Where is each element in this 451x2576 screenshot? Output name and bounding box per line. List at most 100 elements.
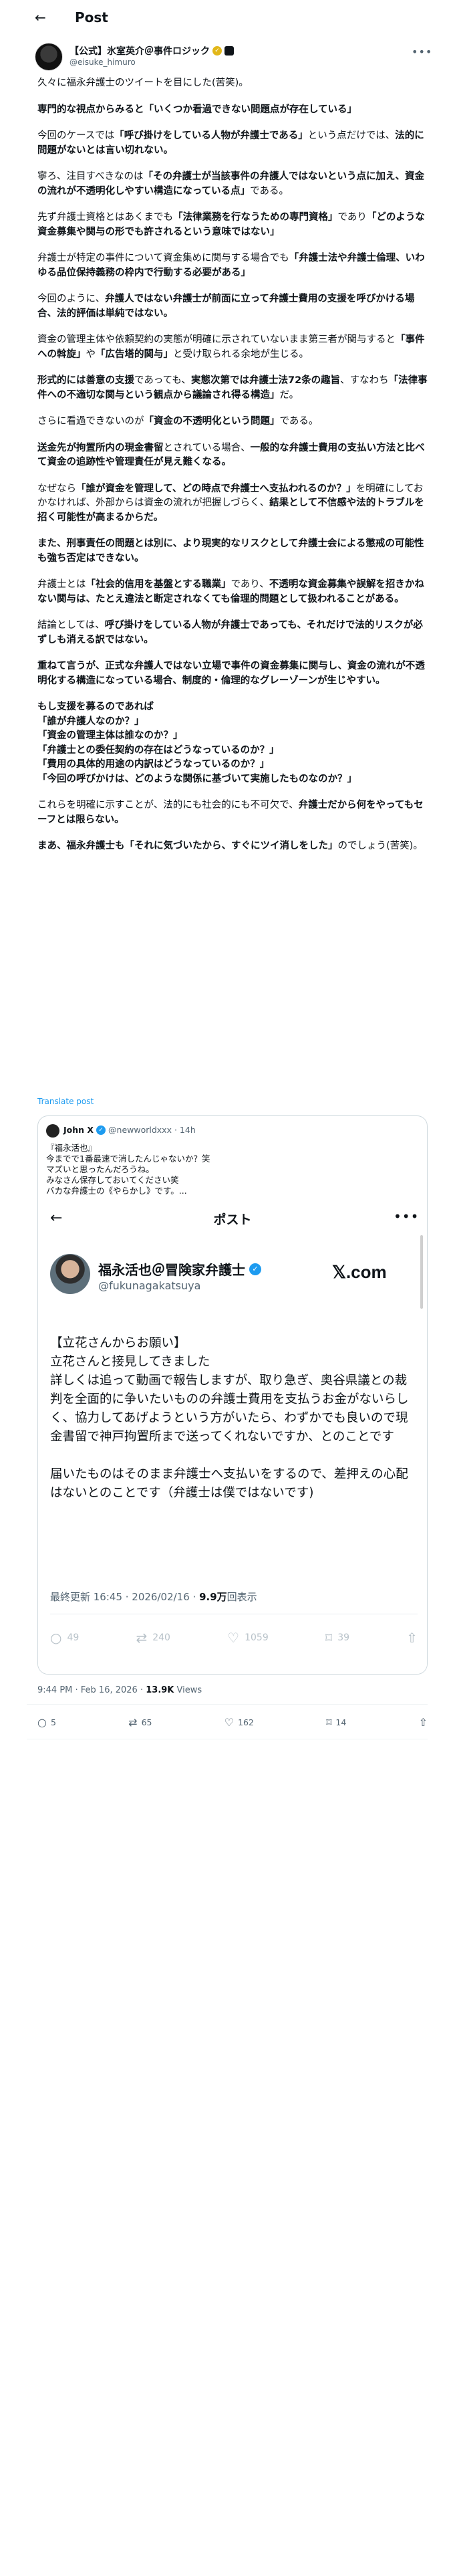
post-text-segment: 資金の管理主体や依頼契約の実態が明確に示されていないまま第三者が関与すると	[37, 334, 396, 345]
action-count: 5	[50, 1717, 56, 1727]
post-text-segment: これらを明確に示すことが、法的にも社会的にも不可欠で、	[37, 800, 299, 811]
post-paragraph: 今回のケースでは「呼び掛けをしている人物が弁護士である」という点だけでは、法的に…	[37, 129, 428, 158]
arrow-left-icon[interactable]: ←	[35, 11, 46, 24]
like-button[interactable]: ♡ 162	[224, 1716, 254, 1729]
author-name-row[interactable]: 【公式】氷室英介＠事件ロジック ✓	[69, 44, 234, 58]
post-text-segment: 「社会的信用を基盤とする職業」	[86, 579, 231, 590]
post-text-segment: 今回のケースでは	[37, 130, 115, 141]
share-icon: ⇧	[418, 1716, 428, 1729]
action-count: 49	[67, 1632, 80, 1643]
post-text-segment: 先ず弁護士資格とはあくまでも	[37, 212, 173, 223]
post-paragraph: なぜなら「誰が資金を管理して、どの時点で弁護士へ支払われるのか？」を明確にしてお…	[37, 482, 428, 526]
post-text-segment: 寧ろ、注目すべきなのは	[37, 171, 144, 182]
screenshot-title: ポスト	[213, 1212, 252, 1227]
avatar[interactable]	[35, 43, 63, 71]
action-count: 162	[238, 1717, 254, 1727]
bookmark-icon: ⌑	[326, 1716, 332, 1729]
post-paragraph: 今回のように、弁護人ではない弁護士が前面に立って弁護士費用の支援を呼びかける場合…	[37, 292, 428, 321]
post-timestamp[interactable]: 9:44 PM · Feb 16, 2026	[37, 1685, 138, 1695]
post-text-segment: であり	[337, 212, 367, 223]
action-count: 240	[152, 1632, 170, 1643]
repost-icon: ⇄	[128, 1716, 138, 1729]
screenshot-views-count: 9.9万	[199, 1591, 227, 1603]
quote-author-name: John X	[63, 1125, 94, 1135]
scrollbar	[420, 1235, 423, 1309]
post-text-segment: なぜなら	[37, 483, 76, 494]
post-text-segment: 「誰が資金を管理して、どの時点で弁護士へ支払われるのか？」	[76, 483, 356, 494]
post-paragraph: 専門的な視点からみると「いくつか看過できない問題点が存在している」	[37, 103, 428, 118]
views-count: 13.9K	[146, 1685, 174, 1695]
post-body: 久々に福永弁護士のツイートを目にした(苦笑)。専門的な視点からみると「いくつか看…	[37, 76, 428, 866]
screenshot-author-name: 福永活也＠冒険家弁護士	[98, 1262, 245, 1278]
post-text-segment: 久々に福永弁護士のツイートを目にした(苦笑)。	[37, 78, 249, 88]
post-text-segment: 弁護士とは	[37, 579, 86, 590]
screenshot-avatar	[50, 1254, 90, 1294]
screenshot-views-label: 回表示	[227, 1591, 257, 1603]
reply-icon: ○	[37, 1716, 47, 1729]
post-text-segment: 実態次第では弁護士法72条の趣旨	[190, 375, 341, 386]
screenshot-action-bar: ○ 49 ⇄ 240 ♡ 1059 ⌑ 39 ⇧	[50, 1630, 418, 1646]
author-name[interactable]: 【公式】氷室英介＠事件ロジック	[69, 44, 210, 58]
affiliate-logo-icon	[224, 46, 234, 56]
bookmark-button[interactable]: ⌑ 14	[326, 1716, 346, 1729]
post-paragraph: 結論としては、呼び掛けをしている人物が弁護士であっても、それだけで法的リスクが必…	[37, 619, 428, 647]
reply-icon: ○	[50, 1630, 62, 1646]
author-handle[interactable]: @eisuke_himuro	[69, 58, 136, 67]
post-paragraph: 寧ろ、注目すべきなのは「その弁護士が当該事件の弁護人ではないという点に加え、資金…	[37, 170, 428, 199]
post-text-segment: 今回のように、	[37, 294, 106, 304]
post-paragraph: 送金先が拘置所内の現金書留とされている場合、一般的な弁護士費用の支払い方法と比べ…	[37, 441, 428, 470]
translate-post-link[interactable]: Translate post	[37, 1097, 94, 1106]
action-item: ○ 49	[50, 1630, 79, 1646]
verified-badge-icon: ✓	[249, 1263, 261, 1275]
post-text-segment: もし支援を募るのであれば 「誰が弁護人なのか？」 「資金の管理主体は誰なのか？」 「弁…	[37, 702, 357, 784]
screenshot-author-row: 福永活也＠冒険家弁護士 ✓	[98, 1259, 261, 1279]
action-count: 39	[337, 1632, 350, 1643]
post-text-segment: だ。	[279, 389, 299, 401]
screenshot-footer: 最終更新 16:45 · 2026/02/16 · 9.9万回表示	[50, 1590, 257, 1604]
post-text-segment: 「広告塔的関与」	[96, 348, 173, 360]
quoted-post[interactable]: John X ✓ @newworldxxx · 14h 『福永活也』 今までで1番…	[37, 1115, 428, 1675]
post-text-segment: と受け取られる余地が生じる。	[173, 348, 309, 360]
post-paragraph: 久々に福永弁護士のツイートを目にした(苦笑)。	[37, 76, 428, 91]
more-options-icon: •••	[394, 1208, 420, 1224]
bookmark-icon: ⌑	[325, 1630, 333, 1646]
repost-icon: ⇄	[136, 1630, 148, 1646]
share-icon: ⇧	[406, 1630, 418, 1646]
verified-badge-icon: ✓	[212, 46, 222, 56]
screenshot-paragraph: 【立花さんからお願い】 立花さんと接見してきました 詳しくは追って動画で報告しますが…	[50, 1336, 409, 1444]
post-text-segment: まあ、福永弁護士も「それに気づいたから、すぐにツイ消しをした」	[37, 841, 338, 851]
post-text-segment: 、すなわち	[340, 375, 389, 386]
x-logo-icon: 𝕏.com	[332, 1262, 387, 1282]
action-bar: ○ 5 ⇄ 65 ♡ 162 ⌑ 14 ⇧	[37, 1716, 428, 1729]
post-paragraph: 形式的には善意の支援であっても、実態次第では弁護士法72条の趣旨、すなわち「法律…	[37, 374, 428, 403]
quote-author-handle: @newworldxxx	[108, 1125, 172, 1135]
post-meta: 9:44 PM · Feb 16, 2026 · 13.9K Views	[37, 1685, 202, 1695]
action-item: ⇧	[406, 1630, 418, 1646]
share-button[interactable]: ⇧	[419, 1716, 428, 1729]
reply-button[interactable]: ○ 5	[37, 1716, 56, 1729]
post-text-segment: 送金先が拘置所内の現金書留	[37, 442, 164, 453]
more-options-icon[interactable]: •••	[412, 45, 432, 58]
quote-text: 『福永活也』 今までで1番最速で消したんじゃないか？笑 マズいと思ったんだろうね。み…	[46, 1143, 210, 1196]
action-count: 65	[141, 1717, 152, 1727]
heart-icon: ♡	[227, 1630, 240, 1646]
screenshot-paragraph: 届いたものはそのまま弁護士へ支払いをするので、差押えの心配はないとのことです（弁…	[50, 1467, 408, 1500]
post-paragraph: もし支援を募るのであれば 「誰が弁護人なのか？」 「資金の管理主体は誰なのか？」 「弁…	[37, 700, 428, 786]
page-title: Post	[75, 9, 108, 25]
post-text-segment: 形式的には善意の支援	[37, 375, 134, 386]
post-paragraph: 重ねて言うが、正式な弁護人ではない立場で事件の資金募集に関与し、資金の流れが不透…	[37, 659, 428, 688]
post-text-segment: であっても、	[134, 375, 191, 386]
quote-header: John X ✓ @newworldxxx · 14h	[63, 1125, 196, 1135]
post-text-segment: 「資金の不透明化という問題」	[144, 416, 280, 427]
post-text-segment: 弁護士が特定の事件について資金集めに関与する場合でも	[37, 253, 289, 263]
verified-badge-icon: ✓	[96, 1125, 106, 1135]
post-paragraph: さらに看過できないのが「資金の不透明化という問題」である。	[37, 415, 428, 429]
post-text-segment: 「呼び掛けをしている人物が弁護士である」	[114, 130, 308, 141]
post-text-segment: という点だけでは、	[307, 130, 396, 141]
post-text-segment: とされている場合、	[163, 442, 251, 453]
views-label: Views	[176, 1685, 202, 1695]
post-paragraph: 弁護士が特定の事件について資金集めに関与する場合でも「弁護士法や弁護士倫理、いわ…	[37, 251, 428, 280]
repost-button[interactable]: ⇄ 65	[128, 1716, 152, 1729]
post-text-segment: のでしょう(苦笑)。	[337, 841, 423, 851]
post-paragraph: これらを明確に示すことが、法的にも社会的にも不可欠で、弁護士だから何をやってもセ…	[37, 798, 428, 827]
